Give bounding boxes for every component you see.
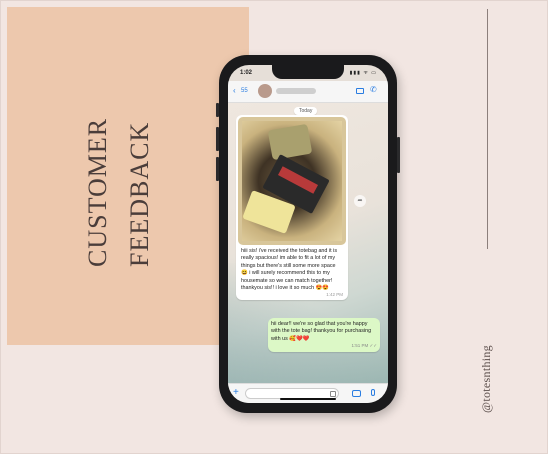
contact-avatar[interactable] <box>258 84 272 98</box>
title-line-customer: CUSTOMER <box>83 117 112 267</box>
outgoing-message[interactable]: hii dear!! we're so glad that you're hap… <box>268 318 380 353</box>
decorative-vertical-line <box>487 9 488 249</box>
status-time: 1:02 <box>240 70 253 76</box>
volume-up-button <box>216 127 219 151</box>
feedback-title: CUSTOMER FEEDBACK <box>83 81 163 271</box>
back-chevron-icon[interactable]: ‹ <box>233 86 236 95</box>
outgoing-message-text: hii dear!! we're so glad that you're hap… <box>271 321 372 342</box>
outgoing-message-time: 1:51 PM ✓✓ <box>351 343 377 349</box>
forward-icon[interactable]: ➦ <box>354 195 366 207</box>
sticker-icon[interactable] <box>330 391 336 397</box>
instagram-handle: @totesnthing <box>479 345 493 413</box>
signal-battery-icon: ▮▮▮ ᯤ ▭ <box>349 70 377 76</box>
camera-icon[interactable] <box>352 390 361 397</box>
date-chip: Today <box>294 107 318 115</box>
phone-screen: 1:02 ▮▮▮ ᯤ ▭ ‹ 55 ✆ Today hiii sis! i've… <box>228 65 388 403</box>
power-button <box>397 137 400 173</box>
chat-header: ‹ 55 ✆ <box>228 81 388 103</box>
phone-mockup: 1:02 ▮▮▮ ᯤ ▭ ‹ 55 ✆ Today hiii sis! i've… <box>216 55 400 413</box>
video-call-icon[interactable] <box>356 88 364 94</box>
message-input-bar: + <box>228 383 388 403</box>
mute-switch <box>216 103 219 117</box>
phone-notch <box>272 65 344 79</box>
volume-down-button <box>216 157 219 181</box>
totebag-photo[interactable] <box>238 117 346 245</box>
add-attachment-icon[interactable]: + <box>233 387 239 398</box>
incoming-message-time: 1:42 PM <box>326 292 343 298</box>
home-indicator <box>280 398 336 400</box>
microphone-icon[interactable] <box>371 389 375 396</box>
unread-count[interactable]: 55 <box>241 88 248 94</box>
contact-name-blurred[interactable] <box>276 88 316 94</box>
incoming-message[interactable]: hiii sis! i've received the totebag and … <box>236 115 348 301</box>
title-line-feedback: FEEDBACK <box>125 121 154 267</box>
voice-call-icon[interactable]: ✆ <box>370 85 377 94</box>
incoming-message-text: hiii sis! i've received the totebag and … <box>241 248 338 292</box>
feedback-card: CUSTOMER FEEDBACK @totesnthing 1:02 ▮▮▮ … <box>0 0 548 454</box>
